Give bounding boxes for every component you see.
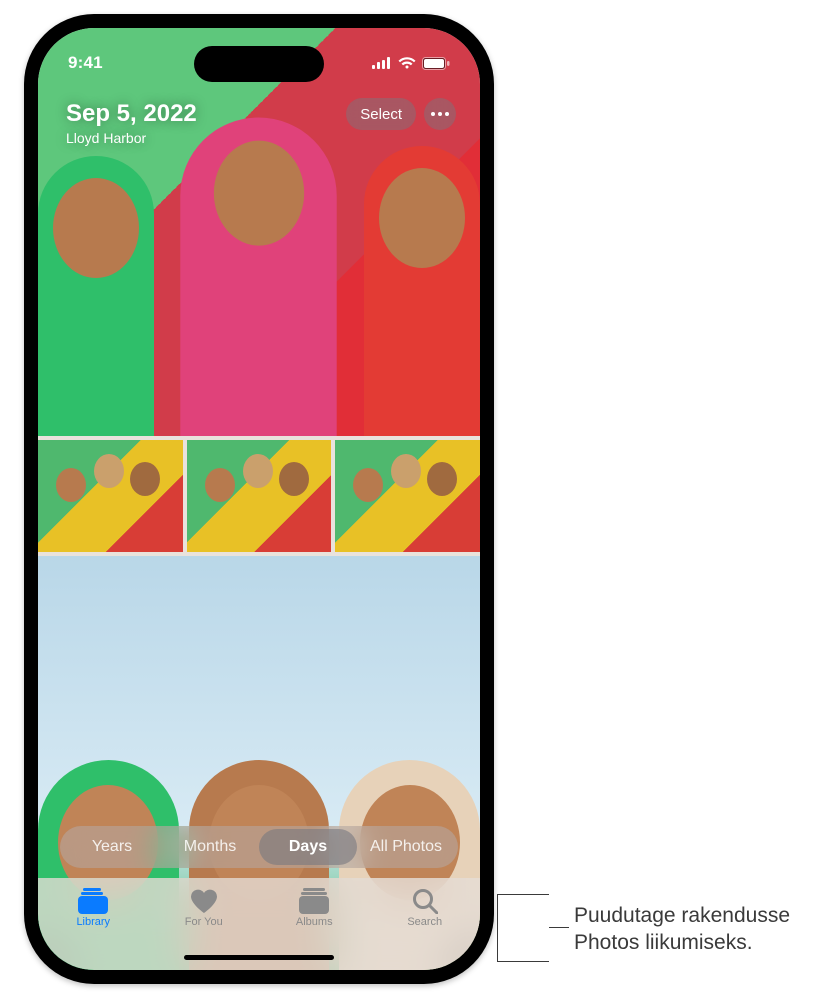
date-title: Sep 5, 2022 xyxy=(66,100,197,128)
home-indicator[interactable] xyxy=(184,955,334,960)
segment-years[interactable]: Years xyxy=(63,829,161,865)
callout-line2: Photos liikumiseks. xyxy=(574,931,753,954)
status-time: 9:41 xyxy=(68,53,103,73)
top-actions: Select xyxy=(346,98,456,130)
callout-text: Puudutage rakendusse Photos liikumiseks. xyxy=(574,902,790,957)
battery-icon xyxy=(422,57,450,70)
hero-photo[interactable] xyxy=(38,28,480,436)
screen: 9:41 Sep 5, 2022 Lloyd Harbor Select xyxy=(38,28,480,970)
photo-thumbnail[interactable] xyxy=(187,440,332,552)
segment-months[interactable]: Months xyxy=(161,829,259,865)
view-switcher: Years Months Days All Photos xyxy=(60,826,458,868)
cellular-icon xyxy=(372,57,392,69)
tab-library-label: Library xyxy=(76,916,110,928)
ellipsis-icon xyxy=(431,112,449,116)
photo-thumbnail[interactable] xyxy=(38,440,183,552)
iphone-frame: 9:41 Sep 5, 2022 Lloyd Harbor Select xyxy=(24,14,494,984)
callout-bracket xyxy=(497,894,549,962)
search-icon xyxy=(412,888,438,914)
albums-icon xyxy=(299,888,329,914)
status-icons xyxy=(372,57,450,70)
thumbnail-row xyxy=(38,436,480,556)
tab-albums[interactable]: Albums xyxy=(274,888,354,928)
tab-for-you-label: For You xyxy=(185,916,223,928)
tab-library[interactable]: Library xyxy=(53,888,133,928)
location-subtitle: Lloyd Harbor xyxy=(66,130,197,146)
library-heading: Sep 5, 2022 Lloyd Harbor xyxy=(66,100,197,146)
callout-leader xyxy=(549,927,569,928)
photo-subject xyxy=(181,118,338,436)
tab-search[interactable]: Search xyxy=(385,888,465,928)
tab-albums-label: Albums xyxy=(296,916,333,928)
more-button[interactable] xyxy=(424,98,456,130)
tab-for-you[interactable]: For You xyxy=(164,888,244,928)
photo-subject xyxy=(364,146,480,436)
for-you-icon xyxy=(190,888,218,914)
select-button[interactable]: Select xyxy=(346,98,416,130)
tab-search-label: Search xyxy=(407,916,442,928)
photo-subject xyxy=(38,156,154,436)
callout-line1: Puudutage rakendusse xyxy=(574,904,790,927)
photo-thumbnail[interactable] xyxy=(335,440,480,552)
wifi-icon xyxy=(398,57,416,69)
segment-days[interactable]: Days xyxy=(259,829,357,865)
segment-all-photos[interactable]: All Photos xyxy=(357,829,455,865)
library-icon xyxy=(78,888,108,914)
dynamic-island xyxy=(194,46,324,82)
